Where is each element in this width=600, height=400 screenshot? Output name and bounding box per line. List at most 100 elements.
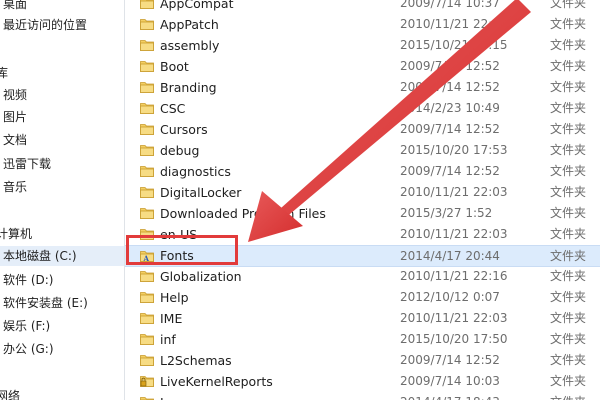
- folder-icon: [140, 82, 154, 93]
- file-row[interactable]: Cursors 2009/7/14 12:52 文件夹: [125, 119, 600, 140]
- file-type: 文件夹: [550, 269, 587, 283]
- file-name: inf: [160, 332, 176, 347]
- file-modified-date: 2009/7/14 12:52: [400, 164, 500, 178]
- file-name: CSC: [160, 101, 186, 116]
- file-row[interactable]: CSC 2014/2/23 10:49 文件夹: [125, 98, 600, 119]
- folder-icon: [140, 19, 154, 30]
- nav-item-local-disk-c[interactable]: 本地磁盘 (C:): [0, 246, 124, 266]
- file-row[interactable]: Downloaded Program Files 2015/3/27 1:52 文件…: [125, 203, 600, 224]
- nav-item-drive-g[interactable]: 办公 (G:): [3, 339, 54, 359]
- file-row[interactable]: diagnostics 2009/7/14 12:52 文件夹: [125, 161, 600, 182]
- file-row[interactable]: debug 2015/10/20 17:53 文件夹: [125, 140, 600, 161]
- nav-item-libraries[interactable]: 库: [0, 63, 8, 83]
- file-type: 文件夹: [550, 101, 587, 115]
- file-type: 文件夹: [550, 332, 587, 346]
- file-type: 文件夹: [550, 374, 587, 388]
- file-type: 文件夹: [550, 80, 587, 94]
- nav-item-music[interactable]: 音乐: [3, 177, 27, 197]
- folder-icon: [140, 208, 154, 219]
- file-type: 文件夹: [550, 290, 587, 304]
- folder-icon: [140, 187, 154, 198]
- file-name: Branding: [160, 80, 217, 95]
- nav-item-drive-e[interactable]: 软件安装盘 (E:): [3, 293, 88, 313]
- folder-icon: [140, 313, 154, 324]
- file-name: LiveKernelReports: [160, 374, 273, 389]
- file-modified-date: 2015/10/20 17:53: [400, 143, 508, 157]
- file-row[interactable]: Boot 2009/7/14 12:52 文件夹: [125, 56, 600, 77]
- file-name: IME: [160, 311, 183, 326]
- file-row[interactable]: assembly 2015/10/21 17:15 文件夹: [125, 35, 600, 56]
- file-name: Cursors: [160, 122, 208, 137]
- nav-item-computer[interactable]: 计算机: [0, 224, 32, 244]
- file-modified-date: 2010/11/21 22:16: [400, 269, 508, 283]
- locked-folder-icon: [140, 376, 154, 387]
- folder-icon: [140, 229, 154, 240]
- file-type: 文件夹: [550, 164, 587, 178]
- file-row[interactable]: DigitalLocker 2010/11/21 22:03 文件夹: [125, 182, 600, 203]
- file-row[interactable]: AppCompat 2009/7/14 10:37 文件夹: [125, 0, 600, 14]
- folder-icon: [140, 397, 154, 400]
- folder-icon: [140, 271, 154, 282]
- file-type: 文件夹: [550, 122, 587, 136]
- file-type: 文件夹: [550, 206, 587, 220]
- svg-text:A: A: [143, 254, 150, 262]
- folder-icon: [140, 40, 154, 51]
- file-row[interactable]: en-US 2010/11/21 22:03 文件夹: [125, 224, 600, 245]
- file-row[interactable]: L2Schemas 2009/7/14 12:52 文件夹: [125, 350, 600, 371]
- file-name: en-US: [160, 227, 198, 242]
- explorer-window: 桌面 最近访问的位置 库 视频 图片 文档 迅雷下载 音乐 计算机 本地磁盘 (…: [0, 0, 600, 400]
- file-modified-date: 2009/7/14 12:52: [400, 59, 500, 73]
- file-name: AppCompat: [160, 0, 234, 11]
- file-type: 文件夹: [550, 185, 587, 199]
- file-name: AppPatch: [160, 17, 219, 32]
- file-type: 文件夹: [550, 249, 587, 263]
- nav-item-recent-places[interactable]: 最近访问的位置: [3, 15, 87, 35]
- file-type: 文件夹: [550, 227, 587, 241]
- nav-item-drive-f[interactable]: 娱乐 (F:): [3, 316, 50, 336]
- file-modified-date: 2009/7/14 12:52: [400, 80, 500, 94]
- folder-icon: [140, 145, 154, 156]
- file-row[interactable]: Branding 2009/7/14 12:52 文件夹: [125, 77, 600, 98]
- file-modified-date: 2010/11/21 22:03: [400, 311, 508, 325]
- file-type: 文件夹: [550, 59, 587, 73]
- file-type: 文件夹: [550, 143, 587, 157]
- file-row[interactable]: Logs 2014/4/17 18:43 文件夹: [125, 392, 600, 400]
- navigation-pane: 桌面 最近访问的位置 库 视频 图片 文档 迅雷下载 音乐 计算机 本地磁盘 (…: [0, 0, 124, 400]
- file-row[interactable]: inf 2015/10/20 17:50 文件夹: [125, 329, 600, 350]
- fonts-folder-icon: A: [140, 251, 154, 262]
- nav-item-videos[interactable]: 视频: [3, 85, 27, 105]
- file-modified-date: 2014/4/17 20:44: [400, 249, 500, 263]
- file-type: 文件夹: [550, 311, 587, 325]
- file-row[interactable]: Help 2012/10/12 0:07 文件夹: [125, 287, 600, 308]
- file-row[interactable]: LiveKernelReports 2009/7/14 10:03 文件夹: [125, 371, 600, 392]
- file-row[interactable]: Globalization 2010/11/21 22:16 文件夹: [125, 266, 600, 287]
- file-type: 文件夹: [550, 392, 586, 400]
- file-row[interactable]: A Fonts 2014/4/17 20:44 文件夹: [125, 245, 600, 267]
- file-row[interactable]: IME 2010/11/21 22:03 文件夹: [125, 308, 600, 329]
- file-modified-date: 2010/11/21 22:03: [400, 185, 508, 199]
- folder-icon: [140, 334, 154, 345]
- file-modified-date: 2015/10/21 17:15: [400, 38, 508, 52]
- nav-item-desktop[interactable]: 桌面: [3, 0, 27, 14]
- file-row[interactable]: AppPatch 2010/11/21 22:03 文件夹: [125, 14, 600, 35]
- folder-icon: [140, 61, 154, 72]
- file-name: DigitalLocker: [160, 185, 242, 200]
- file-name: Logs: [160, 392, 189, 400]
- file-name: Help: [160, 290, 189, 305]
- file-modified-date: 2009/7/14 10:37: [400, 0, 500, 10]
- file-type: 文件夹: [550, 353, 587, 367]
- nav-item-documents[interactable]: 文档: [3, 130, 27, 150]
- nav-item-drive-d[interactable]: 软件 (D:): [3, 270, 53, 290]
- file-name: Downloaded Program Files: [160, 206, 326, 221]
- folder-icon: [140, 0, 154, 9]
- file-modified-date: 2014/4/17 18:43: [400, 392, 500, 400]
- nav-item-pictures[interactable]: 图片: [3, 107, 27, 127]
- file-modified-date: 2010/11/21 22:03: [400, 227, 508, 241]
- folder-icon: [140, 355, 154, 366]
- file-modified-date: 2010/11/21 22:03: [400, 17, 508, 31]
- file-name: L2Schemas: [160, 353, 232, 368]
- file-modified-date: 2009/7/14 12:52: [400, 122, 500, 136]
- file-type: 文件夹: [550, 0, 587, 10]
- nav-item-network[interactable]: 网络: [0, 386, 20, 400]
- nav-item-thunder-downloads[interactable]: 迅雷下载: [3, 154, 51, 174]
